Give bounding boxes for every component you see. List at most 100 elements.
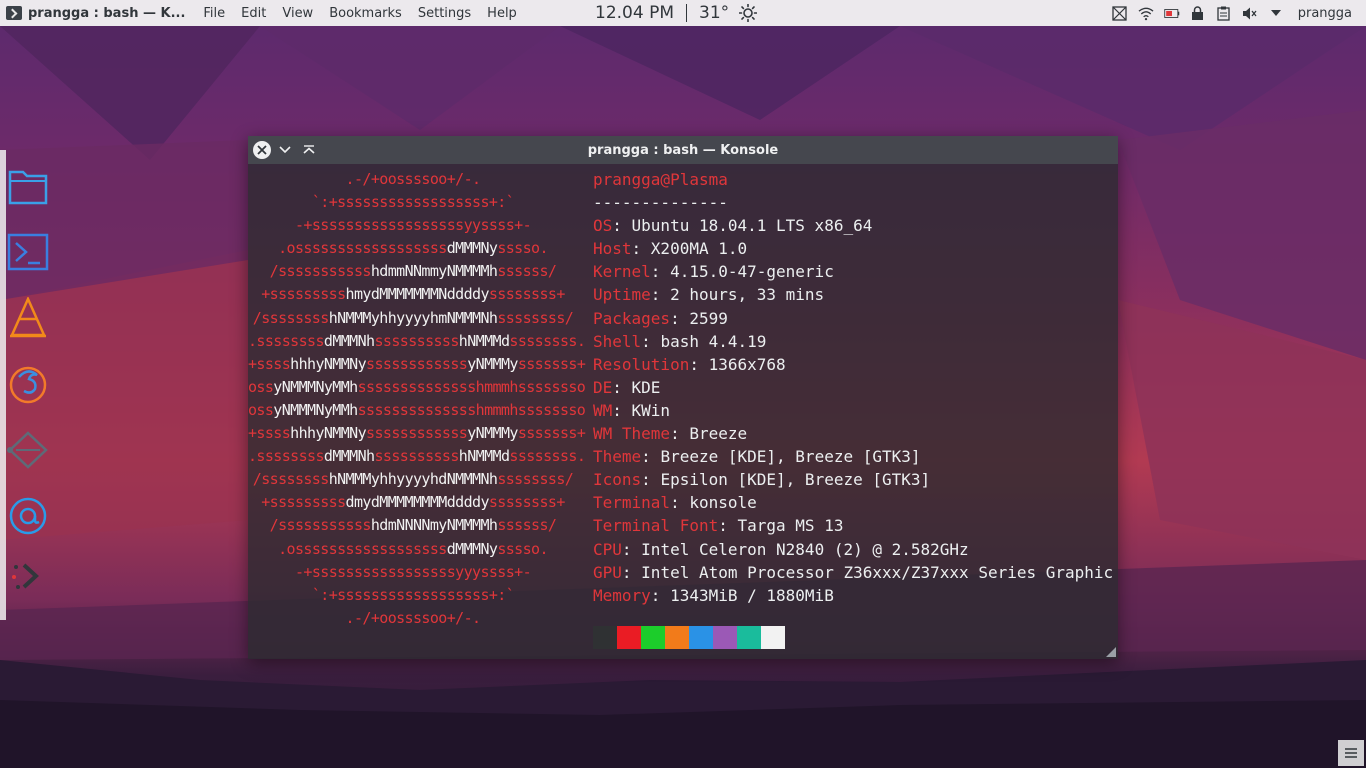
color-palette xyxy=(593,626,785,649)
menu-bookmarks[interactable]: Bookmarks xyxy=(321,6,410,21)
battery-icon[interactable] xyxy=(1164,5,1180,21)
maximize-button[interactable] xyxy=(300,141,318,159)
active-window-title: prangga : bash — K... xyxy=(28,5,186,21)
ascii-logo-line: /ssssssssssshdmNNNNmyNMMMMhssssss/ xyxy=(269,516,557,535)
clipboard-icon[interactable] xyxy=(1216,5,1232,21)
color-swatch xyxy=(593,626,617,649)
info-row: WM: KWin xyxy=(593,400,671,420)
desktop-toolbox-button[interactable] xyxy=(1338,740,1364,766)
info-separator: -------------- xyxy=(593,193,728,213)
wifi-icon[interactable] xyxy=(1138,5,1154,21)
clock-weather[interactable]: 12.04 PM 31° xyxy=(595,0,758,26)
info-row: OS: Ubuntu 18.04.1 LTS x86_64 xyxy=(593,216,873,236)
ascii-logo-line: +sssssssssdmydMMMMMMMMddddyssssssss+ xyxy=(261,493,565,512)
terminal-icon[interactable] xyxy=(6,230,50,274)
info-label: Packages xyxy=(593,308,671,328)
info-row: Icons: Epsilon [KDE], Breeze [GTK3] xyxy=(593,470,931,490)
info-value: Intel Atom Processor Z36xxx/Z37xxx Serie… xyxy=(641,562,1113,582)
info-row: GPU: Intel Atom Processor Z36xxx/Z37xxx … xyxy=(593,561,1113,584)
neofetch-info: prangga@Plasma -------------- OS: Ubuntu… xyxy=(593,168,1113,607)
terminal-area[interactable]: .-/+oossssoo+/-. `:+ssssssssssssssssss+:`… xyxy=(248,164,1118,659)
temperature[interactable]: 31° xyxy=(699,3,729,23)
info-value: 1366x768 xyxy=(708,354,786,374)
ascii-logo-line: +sssshhhyNMMNyssssssssssssyNMMMysssssss+ xyxy=(248,424,586,443)
vlc-icon[interactable] xyxy=(6,296,50,340)
info-value: konsole xyxy=(689,493,757,513)
info-value: Breeze xyxy=(689,424,748,444)
global-menu: File Edit View Bookmarks Settings Help xyxy=(195,6,524,21)
clock-time[interactable]: 12.04 PM xyxy=(595,3,674,23)
lock-icon[interactable] xyxy=(1190,5,1206,21)
mail-icon[interactable] xyxy=(6,494,50,538)
image-icon[interactable] xyxy=(1112,5,1128,21)
minimize-button[interactable] xyxy=(276,141,294,159)
info-row: CPU: Intel Celeron N2840 (2) @ 2.582GHz xyxy=(593,539,969,559)
ascii-logo-line: .-/+oossssoo+/-. xyxy=(345,170,482,188)
close-button[interactable] xyxy=(253,141,271,159)
ascii-logo-line: /sssssssshNMMMyhhyyyyhdNMMMNhssssssss/ xyxy=(252,470,574,489)
info-row: Shell: bash 4.4.19 xyxy=(593,331,767,351)
ascii-logo-line: /sssssssshNMMMyhhyyyyhmNMMMNhssssssss/ xyxy=(252,308,574,327)
menu-settings[interactable]: Settings xyxy=(410,6,479,21)
info-label: Resolution xyxy=(593,354,690,374)
sun-icon xyxy=(738,3,758,23)
ascii-logo-line: `:+ssssssssssssssssss+:` xyxy=(311,193,515,212)
color-swatch xyxy=(761,626,785,649)
info-row: Terminal: konsole xyxy=(593,493,757,513)
info-value: 1343MiB / 1880MiB xyxy=(670,585,834,605)
ascii-logo-line: .ossssssssssssssssssdMMMNysssso. xyxy=(278,539,548,558)
resize-grip-icon[interactable] xyxy=(1106,647,1116,657)
firefox-icon[interactable] xyxy=(6,362,50,406)
info-value: 4.15.0-47-generic xyxy=(670,262,834,282)
info-row: Uptime: 2 hours, 33 mins xyxy=(593,285,825,305)
info-row: WM Theme: Breeze xyxy=(593,424,748,444)
info-row: DE: KDE xyxy=(593,377,661,397)
info-value: KDE xyxy=(631,377,661,397)
info-value: 2 hours, 33 mins xyxy=(670,285,825,305)
menu-help[interactable]: Help xyxy=(479,6,525,21)
user-host: prangga@Plasma xyxy=(593,170,728,189)
menu-view[interactable]: View xyxy=(274,6,321,21)
info-label: WM xyxy=(593,400,613,420)
ascii-logo-line: ossyNMMMNyMMhsssssssssssssshmmmhssssssso xyxy=(248,377,586,396)
info-row: Packages: 2599 xyxy=(593,308,728,328)
info-value: KWin xyxy=(631,400,671,420)
kdeconnect-icon[interactable] xyxy=(6,428,50,472)
system-tray: prangga xyxy=(1112,0,1366,26)
info-row: Theme: Breeze [KDE], Breeze [GTK3] xyxy=(593,447,921,467)
info-label: Terminal xyxy=(593,493,671,513)
info-value: Ubuntu 18.04.1 LTS x86_64 xyxy=(631,216,873,236)
top-panel: prangga : bash — K... File Edit View Boo… xyxy=(0,0,1366,26)
info-label: Uptime xyxy=(593,285,651,305)
info-value: 2599 xyxy=(689,308,728,328)
color-swatch xyxy=(617,626,641,649)
ascii-logo-line: /ssssssssssshdmmNNmmyNMMMMhssssss/ xyxy=(269,262,557,281)
menu-file[interactable]: File xyxy=(195,6,233,21)
user-name[interactable]: prangga xyxy=(1298,6,1352,21)
color-swatch xyxy=(689,626,713,649)
info-row: Kernel: 4.15.0-47-generic xyxy=(593,262,834,282)
info-row: Host: X200MA 1.0 xyxy=(593,239,748,259)
info-label: Terminal Font xyxy=(593,516,719,536)
window-title: prangga : bash — Konsole xyxy=(587,142,779,158)
ascii-logo-line: ossyNMMMNyMMhsssssssssssssshmmmhssssssso xyxy=(248,400,586,419)
ascii-logo-line: .ssssssssdMMMNhsssssssssshNMMMdssssssss. xyxy=(248,331,586,350)
info-value: bash 4.4.19 xyxy=(660,331,767,351)
clock-divider xyxy=(686,4,687,22)
info-label: Theme xyxy=(593,447,642,467)
files-icon[interactable] xyxy=(6,164,50,208)
info-label: Kernel xyxy=(593,262,651,282)
window-titlebar[interactable]: prangga : bash — Konsole xyxy=(248,136,1118,164)
konsole-icon xyxy=(6,6,22,20)
tray-expand-icon[interactable] xyxy=(1268,5,1284,21)
color-swatch xyxy=(641,626,665,649)
info-label: OS xyxy=(593,216,613,236)
volume-icon[interactable] xyxy=(1242,5,1258,21)
active-app[interactable]: prangga : bash — K... xyxy=(0,6,185,21)
color-swatch xyxy=(665,626,689,649)
kdevelop-icon[interactable] xyxy=(6,554,50,598)
info-row: Memory: 1343MiB / 1880MiB xyxy=(593,585,834,605)
ascii-logo-line: .ssssssssdMMMNhsssssssssshNMMMdssssssss. xyxy=(248,447,586,466)
menu-edit[interactable]: Edit xyxy=(233,6,274,21)
info-label: Host xyxy=(593,239,632,259)
